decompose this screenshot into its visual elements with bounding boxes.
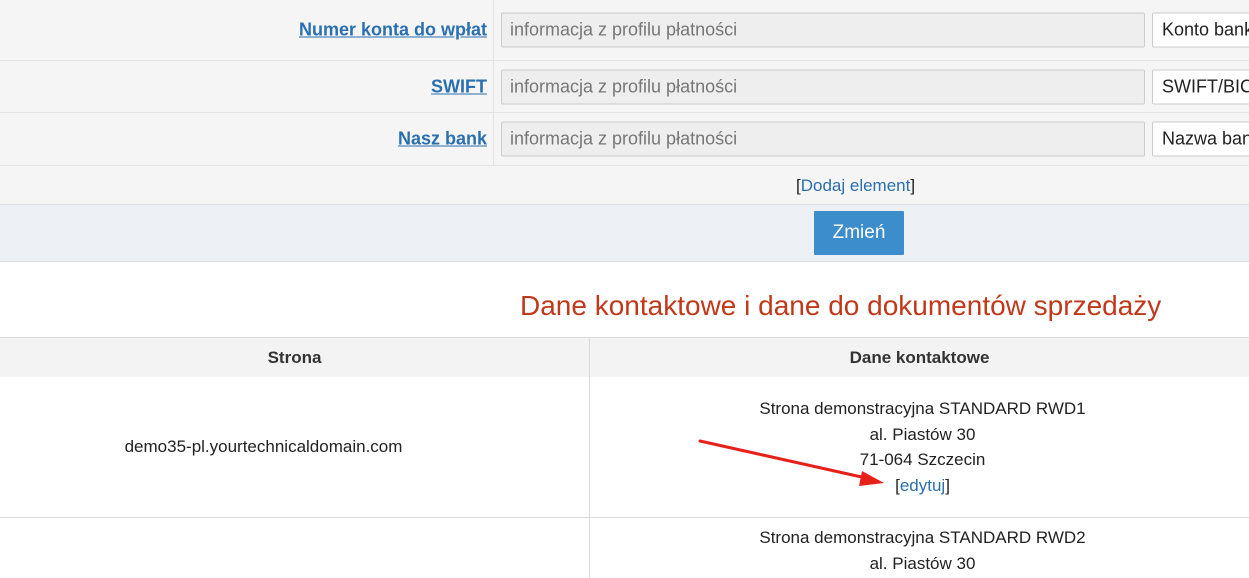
swift-label-link[interactable]: SWIFT: [431, 76, 487, 97]
site-cell: [0, 518, 590, 578]
edit-link[interactable]: edytuj: [900, 476, 945, 495]
swift-input[interactable]: informacja z profilu płatności: [501, 69, 1145, 104]
contact-line: Strona demonstracyjna STANDARD RWD1: [759, 399, 1086, 418]
form-row-swift: SWIFT informacja z profilu płatności SWI…: [0, 61, 1249, 113]
bank-input[interactable]: informacja z profilu płatności: [501, 121, 1145, 157]
site-domain: demo35-pl.yourtechnicaldomain.com: [124, 437, 403, 456]
form-row-account-number: Numer konta do wpłat informacja z profil…: [0, 0, 1249, 61]
add-element-link[interactable]: Dodaj element: [801, 176, 911, 195]
change-button[interactable]: Zmień: [814, 211, 904, 255]
table-row: demo35-pl.yourtechnicaldomain.com Strona…: [0, 377, 1249, 518]
swift-type-select[interactable]: SWIFT/BIC: [1152, 69, 1249, 104]
field-label-cell: Numer konta do wpłat: [0, 0, 494, 60]
bracket-close: ]: [945, 475, 950, 495]
field-label-cell: Nasz bank: [0, 113, 494, 165]
contact-line: al. Piastów 30: [869, 424, 976, 444]
contact-cell: Strona demonstracyjna STANDARD RWD2 al. …: [590, 518, 1249, 578]
submit-row: Zmień: [0, 205, 1249, 262]
contact-line: 71-064 Szczecin: [859, 450, 986, 469]
account-number-label-link[interactable]: Numer konta do wpłat: [299, 20, 487, 41]
column-header-site: Strona: [0, 338, 590, 377]
add-element-wrapper: [Dodaj element]: [796, 176, 915, 196]
column-header-contact: Dane kontaktowe: [849, 348, 990, 367]
form-row-bank: Nasz bank informacja z profilu płatności…: [0, 113, 1249, 166]
contact-lines: Strona demonstracyjna STANDARD RWD2 al. …: [590, 525, 1249, 576]
add-element-row: [Dodaj element]: [0, 166, 1249, 205]
site-cell: demo35-pl.yourtechnicaldomain.com: [0, 377, 590, 517]
account-number-type-select[interactable]: Konto bankowe: [1152, 12, 1249, 48]
table-row: Strona demonstracyjna STANDARD RWD2 al. …: [0, 518, 1249, 578]
bank-type-select[interactable]: Nazwa banku: [1152, 121, 1249, 157]
edit-wrapper: [edytuj]: [590, 473, 1249, 499]
contact-lines: Strona demonstracyjna STANDARD RWD1 al. …: [590, 396, 1249, 498]
bracket-close: ]: [910, 176, 916, 195]
contact-line: al. Piastów 30: [869, 553, 976, 573]
contact-line: Strona demonstracyjna STANDARD RWD2: [759, 528, 1086, 547]
section-title: Dane kontaktowe i dane do dokumentów spr…: [520, 290, 1162, 321]
bank-label-link[interactable]: Nasz bank: [398, 129, 487, 150]
table-header: Strona Dane kontaktowe: [0, 337, 1249, 378]
account-number-input[interactable]: informacja z profilu płatności: [501, 12, 1145, 48]
contact-cell: Strona demonstracyjna STANDARD RWD1 al. …: [590, 377, 1249, 517]
field-label-cell: SWIFT: [0, 61, 494, 112]
